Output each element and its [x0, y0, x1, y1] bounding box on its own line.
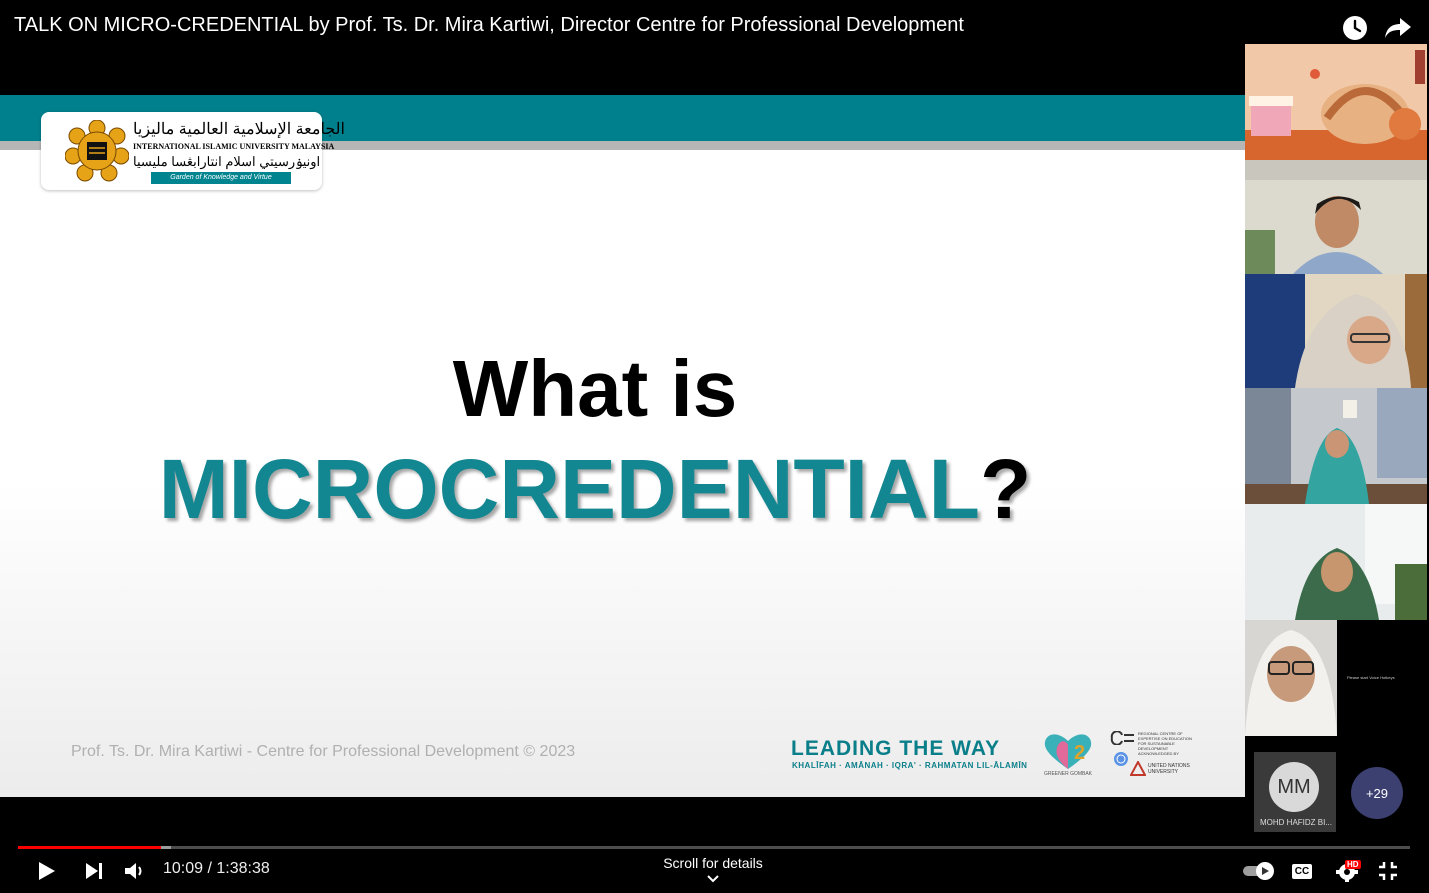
- time-display: 10:09 / 1:38:38: [163, 860, 270, 877]
- participant-tile-3[interactable]: [1245, 274, 1427, 388]
- exit-fullscreen-button[interactable]: [1376, 858, 1400, 884]
- scroll-for-details[interactable]: Scroll for details: [640, 855, 786, 871]
- hd-badge: HD: [1345, 860, 1361, 869]
- participant-tile-4[interactable]: [1245, 388, 1427, 504]
- autoplay-toggle-icon: [1243, 862, 1274, 880]
- volume-button[interactable]: [123, 858, 147, 884]
- unu-logo-icon: [1130, 761, 1146, 776]
- next-icon: [86, 863, 102, 879]
- slide-footer-credit: Prof. Ts. Dr. Mira Kartiwi - Centre for …: [71, 743, 576, 760]
- progress-played: [18, 846, 162, 849]
- svg-text:2: 2: [1074, 742, 1085, 764]
- participant-tile-1[interactable]: [1245, 44, 1427, 160]
- clock-icon[interactable]: [1340, 14, 1370, 42]
- settings-button[interactable]: HD: [1333, 858, 1363, 884]
- iium-emblem-icon: [65, 120, 129, 182]
- autoplay-toggle[interactable]: [1240, 858, 1278, 884]
- more-participants-badge[interactable]: +29: [1351, 767, 1403, 819]
- unu-text: UNITED NATIONS UNIVERSITY: [1148, 763, 1190, 775]
- cc-icon: CC: [1292, 863, 1312, 879]
- greener-gombak-label: GREENER GOMBAK: [1043, 771, 1093, 777]
- leading-the-way-subtitle: KHALĪFAH · AMĀNAH · IQRA' · RAHMATAN LIL…: [792, 761, 1028, 770]
- participant-tile-6[interactable]: [1245, 620, 1337, 736]
- logo-arabic-name: الجامعة الإسلامية العالمية ماليزيا: [133, 121, 345, 138]
- play-icon: [39, 862, 55, 880]
- play-button[interactable]: [34, 858, 58, 884]
- greener-gombak-heart-icon: 2: [1044, 734, 1092, 769]
- participant-tile-2[interactable]: [1245, 160, 1427, 274]
- logo-english-name: INTERNATIONAL ISLAMIC UNIVERSITY MALAYSI…: [133, 142, 335, 151]
- participant-tile-5[interactable]: [1245, 504, 1427, 620]
- leading-the-way-title: LEADING THE WAY: [791, 737, 1001, 760]
- avatar: MM: [1269, 762, 1319, 812]
- next-button[interactable]: [82, 858, 106, 884]
- slide-heading-line1: What is: [452, 344, 738, 433]
- exit-fullscreen-icon: [1379, 862, 1397, 880]
- logo-tagline: Garden of Knowledge and Virtue: [151, 172, 291, 184]
- participant-tile-mm[interactable]: MM MOHD HAFIDZ BI...: [1254, 752, 1336, 832]
- share-arrow-icon[interactable]: [1383, 14, 1413, 42]
- rce-logo-icon: [1110, 731, 1134, 745]
- slide-heading-keyword: MICROCREDENTIAL: [158, 442, 980, 536]
- participant-name: MOHD HAFIDZ BI...: [1260, 818, 1332, 827]
- slide-heading-question-mark: ?: [979, 442, 1032, 536]
- captions-button[interactable]: CC: [1290, 858, 1314, 884]
- video-title[interactable]: TALK ON MICRO-CREDENTIAL by Prof. Ts. Dr…: [14, 14, 964, 37]
- presentation-slide: الجامعة الإسلامية العالمية ماليزيا INTER…: [0, 95, 1245, 797]
- progress-bar[interactable]: [18, 846, 1410, 849]
- un-emblem-icon: [1114, 752, 1128, 766]
- volume-icon: [125, 863, 142, 879]
- chevron-down-icon[interactable]: [705, 872, 721, 886]
- logo-jawi-name: اونيۏرسيتي اسلام انتارابڠسا مليسيا: [133, 154, 321, 169]
- university-logo: الجامعة الإسلامية العالمية ماليزيا INTER…: [41, 112, 345, 190]
- rce-text: REGIONAL CENTRE OF EXPERTISE ON EDUCATIO…: [1138, 731, 1192, 756]
- participant-note: Please start Voice Hotkeys: [1347, 675, 1395, 680]
- slide-heading-line2: MICROCREDENTIAL?: [0, 441, 1190, 538]
